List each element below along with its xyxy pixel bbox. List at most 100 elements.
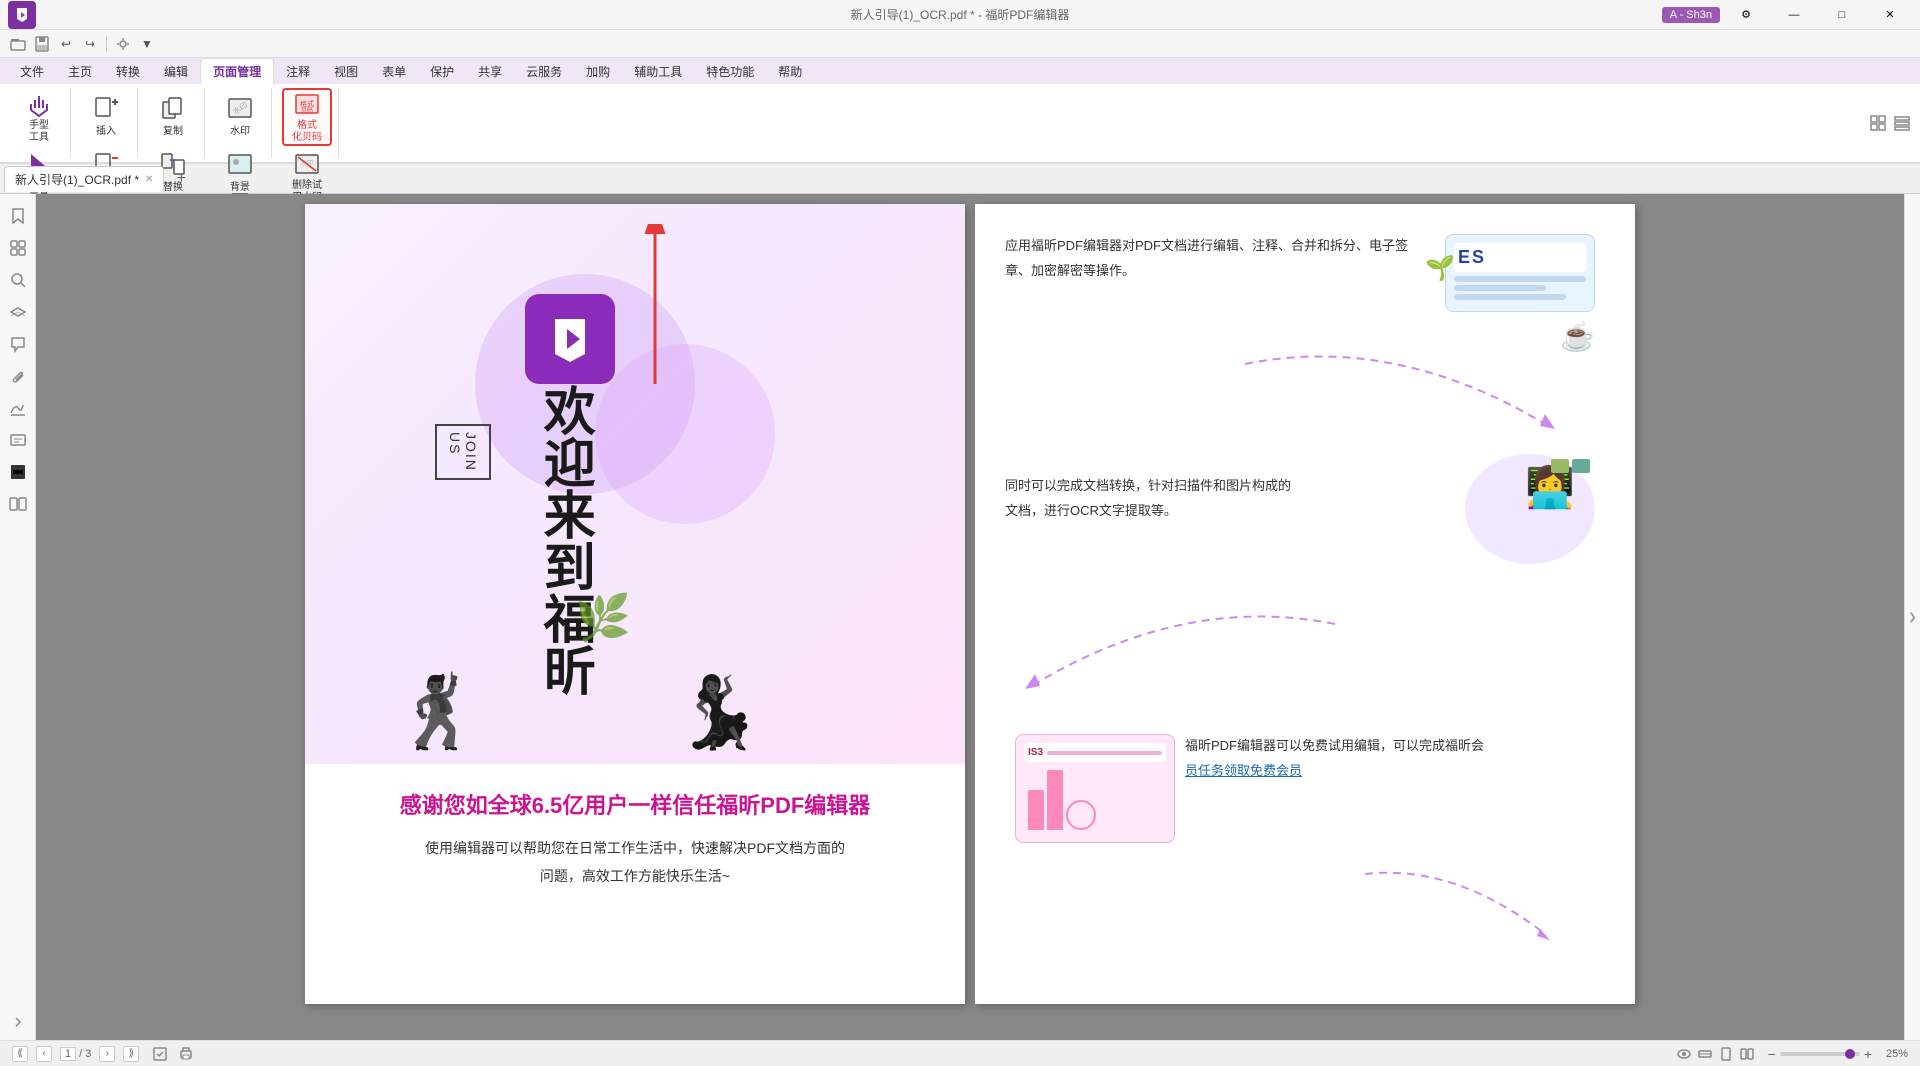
- grid-view-icon[interactable]: [1868, 113, 1888, 133]
- format-bates-label: 格式化贝码: [292, 120, 322, 144]
- format-bates-btn[interactable]: 格式贝码 格式化贝码: [282, 88, 332, 146]
- quick-access-toolbar: ↩ ↪ ▼: [0, 30, 1920, 58]
- titlebar-left: [0, 1, 36, 29]
- tab-edit[interactable]: 编辑: [152, 59, 200, 84]
- insert-icon: [90, 92, 122, 124]
- red-arrow: [635, 224, 675, 389]
- tab-view[interactable]: 视图: [322, 59, 370, 84]
- page2-section-3: IS3 福昕PDF编辑器可以: [1005, 734, 1605, 914]
- zoom-level: 25%: [1876, 1048, 1908, 1060]
- watermark-btn[interactable]: 水印 水印: [215, 88, 265, 142]
- tab-share[interactable]: 共享: [466, 59, 514, 84]
- current-page[interactable]: 1: [60, 1047, 76, 1061]
- tab-features[interactable]: 特色功能: [694, 59, 766, 84]
- customize-icon[interactable]: [113, 34, 133, 54]
- free-member-link[interactable]: 员任务领取免费会员: [1185, 763, 1302, 778]
- tab-help[interactable]: 帮助: [766, 59, 814, 84]
- page1-text-area: 感谢您如全球6.5亿用户一样信任福昕PDF编辑器 使用编辑器可以帮助您在日常工作…: [305, 764, 965, 910]
- tea-cup-icon: ☕: [1445, 320, 1595, 353]
- next-page-btn[interactable]: ›: [99, 1046, 115, 1062]
- page2-section1-text: 应用福昕PDF编辑器对PDF文档进行编辑、注释、合并和拆分、电子签章、加密解密等…: [1005, 234, 1425, 283]
- tab-purchase[interactable]: 加购: [574, 59, 622, 84]
- svg-text:贝码: 贝码: [301, 106, 313, 114]
- app-logo: [8, 1, 36, 29]
- page2-content: ES ☕ 🌱 应用福昕PDF编辑器对PDF文档进行编辑、注释、: [975, 204, 1635, 944]
- doc-tab-close-btn[interactable]: ✕: [145, 174, 153, 185]
- page1-title: 感谢您如全球6.5亿用户一样信任福昕PDF编辑器: [355, 788, 915, 820]
- zoom-minus-btn[interactable]: −: [1768, 1046, 1776, 1062]
- two-page-icon[interactable]: [1738, 1045, 1756, 1063]
- sidebar-redact-icon[interactable]: [4, 458, 32, 486]
- eye-view-icon[interactable]: [1675, 1045, 1693, 1063]
- save-icon[interactable]: [32, 34, 52, 54]
- undo-icon[interactable]: ↩: [56, 34, 76, 54]
- single-page-icon[interactable]: [1717, 1045, 1735, 1063]
- insert-btn[interactable]: 插入: [81, 88, 131, 142]
- ribbon-toolbar: 手型工具 选择工具 插入 删除 提取: [0, 84, 1920, 164]
- minimize-btn[interactable]: —: [1772, 1, 1816, 29]
- deco-circle-2: [595, 344, 775, 524]
- page2-section-1: ES ☕ 🌱 应用福昕PDF编辑器对PDF文档进行编辑、注释、: [1005, 234, 1605, 414]
- dropdown-arrow-icon[interactable]: ▼: [137, 34, 157, 54]
- doc-tab-active[interactable]: 新人引导(1)_OCR.pdf * ✕: [4, 166, 164, 192]
- list-view-icon[interactable]: [1892, 113, 1912, 133]
- ribbon-right: [1868, 113, 1912, 133]
- stamp-group: 水印 水印 背景 页眉/页脚 001 贝茨码: [209, 88, 272, 158]
- watermark-label: 水印: [230, 126, 250, 138]
- print-icon[interactable]: [177, 1045, 195, 1063]
- sidebar-signature-icon[interactable]: [4, 394, 32, 422]
- page-indicator: 1 / 3: [60, 1047, 91, 1061]
- open-icon[interactable]: [8, 34, 28, 54]
- tab-file[interactable]: 文件: [8, 59, 56, 84]
- zoom-slider[interactable]: [1780, 1052, 1860, 1056]
- tab-page-manage[interactable]: 页面管理: [200, 58, 274, 84]
- is3-illustration: IS3: [1015, 734, 1175, 843]
- tab-cloud[interactable]: 云服务: [514, 59, 574, 84]
- first-page-btn[interactable]: ⟪: [12, 1046, 28, 1062]
- redo-icon[interactable]: ↪: [80, 34, 100, 54]
- copy-label: 复制: [163, 126, 183, 138]
- save-layout-icon[interactable]: [151, 1045, 169, 1063]
- sidebar-form-icon[interactable]: [4, 426, 32, 454]
- toolbar-divider: [106, 36, 107, 52]
- zoom-plus-btn[interactable]: +: [1864, 1046, 1872, 1062]
- sidebar-expand-btn[interactable]: [4, 1008, 32, 1036]
- bottom-bar: ⟪ ‹ 1 / 3 › ⟫: [0, 1040, 1920, 1066]
- es-illustration: ES ☕ 🌱: [1445, 234, 1595, 353]
- window-title: 新人引导(1)_OCR.pdf * - 福昕PDF编辑器: [851, 6, 1070, 23]
- tab-protect[interactable]: 保护: [418, 59, 466, 84]
- tab-annotate[interactable]: 注释: [274, 59, 322, 84]
- insert-label: 插入: [96, 126, 116, 138]
- sidebar-bookmark-icon[interactable]: [4, 202, 32, 230]
- tab-tools[interactable]: 辅助工具: [622, 59, 694, 84]
- scan-view-icon[interactable]: [1696, 1045, 1714, 1063]
- settings-title-btn[interactable]: ⚙: [1724, 1, 1768, 29]
- titlebar-right: A - Sh3n ⚙ — □ ✕: [1662, 1, 1920, 29]
- background-icon: [224, 148, 256, 180]
- tab-convert[interactable]: 转换: [104, 59, 152, 84]
- tab-form[interactable]: 表单: [370, 59, 418, 84]
- tab-home[interactable]: 主页: [56, 59, 104, 84]
- sidebar-layers-icon[interactable]: [4, 298, 32, 326]
- sidebar-attachment-icon[interactable]: [4, 362, 32, 390]
- zoom-control: − + 25%: [1768, 1046, 1908, 1062]
- prev-page-btn[interactable]: ‹: [36, 1046, 52, 1062]
- add-tab-btn[interactable]: +: [168, 166, 194, 192]
- maximize-btn[interactable]: □: [1820, 1, 1864, 29]
- last-page-btn[interactable]: ⟫: [123, 1046, 139, 1062]
- human-right-figure: 💃: [675, 672, 762, 754]
- sidebar-search-icon[interactable]: [4, 266, 32, 294]
- sidebar-thumbnail-icon[interactable]: [4, 234, 32, 262]
- hand-tool-btn[interactable]: 手型工具: [14, 88, 64, 146]
- copy-btn[interactable]: 复制: [148, 88, 198, 142]
- copy-icon: [157, 92, 189, 124]
- sidebar-annotation-icon[interactable]: [4, 330, 32, 358]
- pdf-view[interactable]: JOINUS 欢迎来到福昕 🕺 💃 🌿 感谢您如全球6.5亿用户一样信任福昕PD…: [36, 194, 1904, 1040]
- background-btn[interactable]: 背景: [215, 144, 265, 198]
- sidebar-compare-icon[interactable]: [4, 490, 32, 518]
- format-bates-group: 格式贝码 格式化贝码 水印 删除试用水印 输入数送码: [276, 88, 339, 158]
- page2-section2-text: 同时可以完成文档转换，针对扫描件和图片构成的 文档，进行OCR文字提取等。: [1005, 474, 1425, 523]
- page2-section-2: 👩‍💻 同时可以完成文档转换，针对扫描件和图片构成的 文档，进行OCR文字提取等…: [1005, 474, 1605, 674]
- close-btn[interactable]: ✕: [1868, 1, 1912, 29]
- right-panel-toggle[interactable]: ❯: [1904, 194, 1920, 1040]
